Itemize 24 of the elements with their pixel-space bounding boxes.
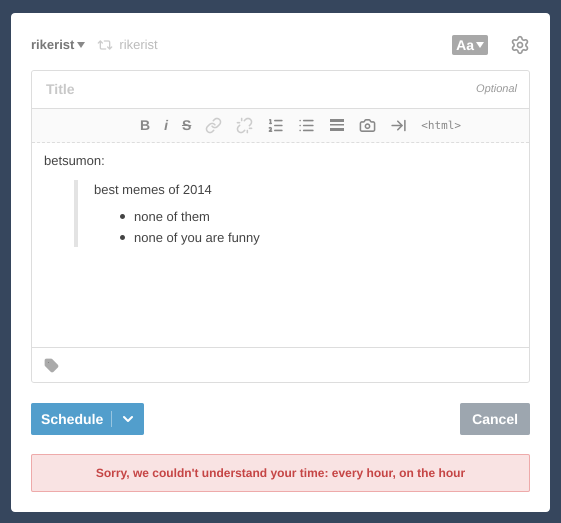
reblog-source: rikerist [119,37,158,52]
format-button[interactable]: S [176,113,196,138]
horizontal-rule-icon [329,118,346,132]
list-item: none of them [134,208,210,224]
blog-selector[interactable]: rikerist [31,37,86,52]
format-button[interactable]: i [159,113,173,138]
camera-icon [359,116,376,134]
settings-icon[interactable] [510,34,530,55]
quote-text: best memes of 2014 [94,182,213,197]
link-icon [205,116,222,134]
format-button[interactable]: <html> [416,113,466,138]
tag-icon[interactable] [44,358,59,373]
list-item: none of you are funny [134,230,260,245]
bullet-icon [120,214,125,219]
bullet-icon [120,234,125,240]
format-button[interactable]: B [134,113,156,138]
unlink-icon [236,116,254,134]
cancel-button[interactable]: Cancel [460,403,530,436]
schedule-button[interactable]: Schedule [31,403,144,436]
text-style-button[interactable]: Aa [452,34,488,55]
error-message: Sorry, we couldn't understand your time: every hour, on the hour [31,454,530,492]
numbered-list-icon [267,116,284,134]
optional-hint: Optional [476,83,517,96]
attribution-text: betsumon: [44,152,106,168]
